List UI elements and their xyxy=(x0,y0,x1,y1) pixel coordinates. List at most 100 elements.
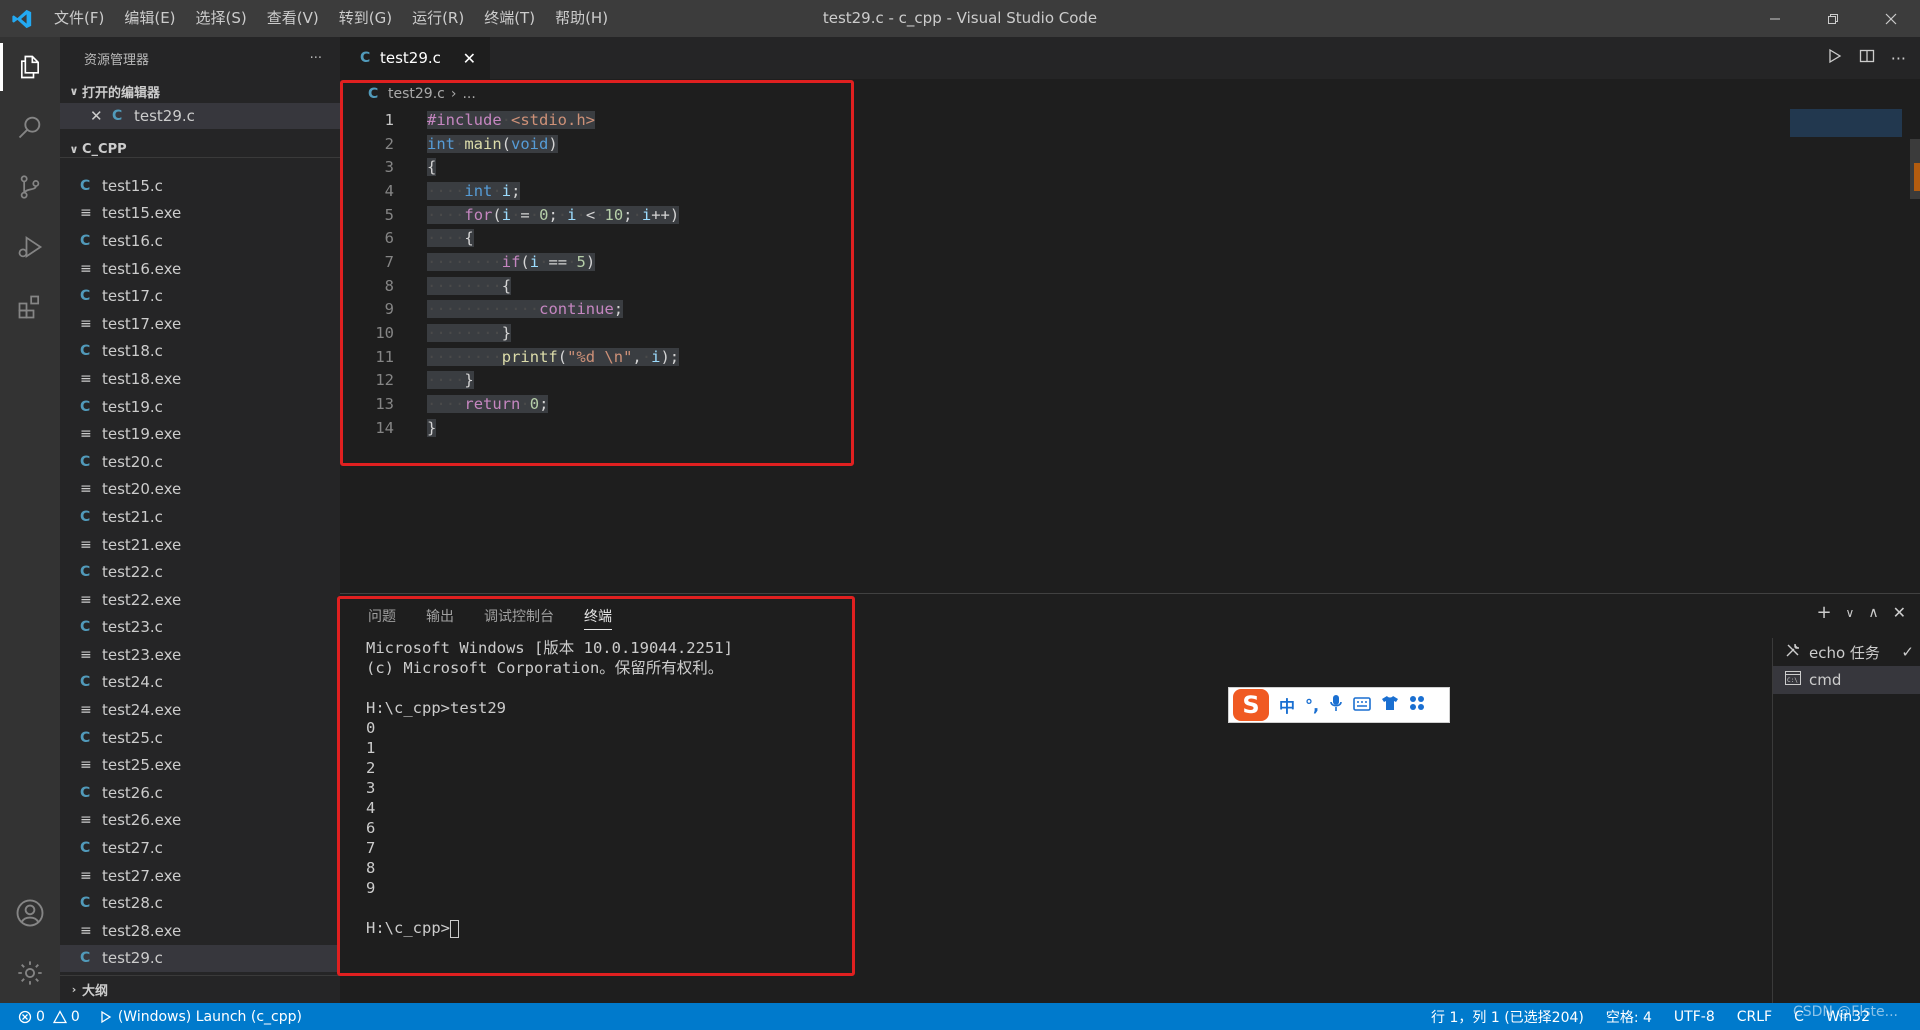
restore-icon[interactable] xyxy=(1804,0,1862,37)
file-tree-item[interactable]: Ctest27.c xyxy=(60,834,340,862)
code-line[interactable]: 6 ····{ xyxy=(340,226,1140,250)
open-editor-item[interactable]: ✕ C test29.c xyxy=(60,103,340,129)
terminal-instance[interactable]: C:\ cmd xyxy=(1773,666,1920,694)
file-tree-item[interactable]: ≡ test19.exe xyxy=(60,420,340,448)
editor-more-icon[interactable]: ··· xyxy=(1891,49,1906,68)
ime-punctuation-toggle[interactable]: °, xyxy=(1305,696,1319,715)
menu-item[interactable]: 终端(T) xyxy=(474,0,545,37)
extensions-icon[interactable] xyxy=(0,277,60,337)
terminal-output[interactable]: Microsoft Windows [版本 10.0.19044.2251] (c… xyxy=(366,638,733,938)
file-tree-item[interactable]: ≡ test24.exe xyxy=(60,696,340,724)
file-tree-item[interactable]: Ctest22.c xyxy=(60,558,340,586)
code-line[interactable]: 7 ········if(i·==·5) xyxy=(340,250,1140,274)
open-editors-section[interactable]: ∨ 打开的编辑器 xyxy=(60,79,340,103)
file-tree-item[interactable]: ≡ test18.exe xyxy=(60,365,340,393)
file-tree-item[interactable]: Ctest18.c xyxy=(60,338,340,366)
code-line[interactable]: 3{ xyxy=(340,155,1140,179)
file-tree-item[interactable]: Ctest16.c xyxy=(60,227,340,255)
breadcrumb-symbol[interactable]: ... xyxy=(462,86,475,102)
file-tree-item[interactable]: ≡ test23.exe xyxy=(60,641,340,669)
indentation[interactable]: 空格: 4 xyxy=(1606,1007,1652,1027)
cursor-position[interactable]: 行 1，列 1 (已选择204) xyxy=(1431,1007,1584,1027)
menu-item[interactable]: 转到(G) xyxy=(329,0,402,37)
file-tree-item[interactable]: ≡ test25.exe xyxy=(60,751,340,779)
panel-tab[interactable]: 输出 xyxy=(426,606,454,630)
outline-section[interactable]: › 大纲 xyxy=(60,975,340,1003)
file-tree-item[interactable]: ≡ test15.exe xyxy=(60,200,340,228)
new-terminal-icon[interactable]: + xyxy=(1816,602,1831,623)
code-line[interactable]: 14} xyxy=(340,416,1140,440)
file-tree-item[interactable]: ≡ test20.exe xyxy=(60,476,340,504)
problems-status[interactable]: 0 0 xyxy=(18,1009,80,1025)
file-tree-item[interactable]: ≡ test21.exe xyxy=(60,531,340,559)
settings-gear-icon[interactable] xyxy=(0,943,60,1003)
file-tree-item[interactable]: Ctest17.c xyxy=(60,282,340,310)
menu-item[interactable]: 运行(R) xyxy=(402,0,474,37)
panel-tab[interactable]: 调试控制台 xyxy=(484,606,554,630)
menu-item[interactable]: 查看(V) xyxy=(257,0,329,37)
code-editor[interactable]: C test29.c › ... 1 #include·<stdio.h> 2 int… xyxy=(340,79,1920,593)
menu-item[interactable]: 帮助(H) xyxy=(545,0,618,37)
breadcrumb-file[interactable]: test29.c xyxy=(388,86,445,102)
minimap[interactable] xyxy=(1790,109,1902,137)
file-tree-item[interactable]: ≡ test17.exe xyxy=(60,310,340,338)
file-tree-item[interactable]: Ctest26.c xyxy=(60,779,340,807)
encoding[interactable]: UTF-8 xyxy=(1674,1009,1715,1025)
minimize-icon[interactable] xyxy=(1746,0,1804,37)
close-tab-icon[interactable]: ✕ xyxy=(463,49,476,68)
microphone-icon[interactable] xyxy=(1329,694,1343,716)
file-tree-item[interactable]: ≡ test16.exe xyxy=(60,255,340,283)
split-editor-icon[interactable] xyxy=(1859,48,1875,68)
source-control-icon[interactable] xyxy=(0,157,60,217)
keyboard-icon[interactable] xyxy=(1353,696,1371,715)
file-tree-item[interactable]: Ctest24.c xyxy=(60,669,340,697)
account-icon[interactable] xyxy=(0,883,60,943)
code-line[interactable]: 8 ········{ xyxy=(340,274,1140,298)
file-tree-item[interactable]: Ctest23.c xyxy=(60,614,340,642)
skin-shirt-icon[interactable] xyxy=(1381,695,1399,715)
code-line[interactable]: 13 ····return·0; xyxy=(340,392,1140,416)
close-panel-icon[interactable]: ✕ xyxy=(1893,603,1906,622)
search-icon[interactable] xyxy=(0,97,60,157)
menu-item[interactable]: 编辑(E) xyxy=(114,0,185,37)
file-tree-item[interactable]: Ctest15.c xyxy=(60,172,340,200)
ime-mode-toggle[interactable]: 中 xyxy=(1279,693,1295,717)
menu-item[interactable]: 选择(S) xyxy=(186,0,257,37)
toolbox-grid-icon[interactable] xyxy=(1409,695,1425,715)
code-line[interactable]: 12 ····} xyxy=(340,369,1140,393)
chevron-down-icon[interactable]: ∨ xyxy=(1846,606,1855,620)
code-line[interactable]: 1 #include·<stdio.h> xyxy=(340,108,1140,132)
file-tree-item[interactable]: Ctest21.c xyxy=(60,503,340,531)
tab-test29-c[interactable]: C test29.c ✕ xyxy=(340,37,490,79)
explorer-icon[interactable] xyxy=(0,37,60,97)
run-debug-icon[interactable] xyxy=(0,217,60,277)
file-tree-item[interactable]: Ctest19.c xyxy=(60,393,340,421)
maximize-panel-icon[interactable]: ∧ xyxy=(1868,605,1878,621)
file-tree-item[interactable]: ≡ test27.exe xyxy=(60,862,340,890)
code-line[interactable]: 2 int·main(void) xyxy=(340,132,1140,156)
panel-tab[interactable]: 问题 xyxy=(368,606,396,630)
file-tree-item[interactable]: Ctest29.c xyxy=(60,944,340,973)
code-line[interactable]: 4 ····int·i; xyxy=(340,179,1140,203)
file-tree-item[interactable]: Ctest20.c xyxy=(60,448,340,476)
code-line[interactable]: 5 ····for(i·=·0;·i·<·10;·i++) xyxy=(340,203,1140,227)
terminal-prompt-line[interactable]: H:\c_cpp> xyxy=(366,918,733,938)
sogou-logo[interactable]: S xyxy=(1233,689,1269,721)
close-editor-icon[interactable]: ✕ xyxy=(90,107,112,125)
file-tree-item[interactable]: Ctest28.c xyxy=(60,889,340,917)
run-file-icon[interactable] xyxy=(1827,48,1843,68)
end-of-line[interactable]: CRLF xyxy=(1737,1009,1772,1025)
panel-tab[interactable]: 终端 xyxy=(584,606,612,630)
file-tree-item[interactable]: ≡ test28.exe xyxy=(60,917,340,945)
file-tree-item[interactable]: ≡ test22.exe xyxy=(60,586,340,614)
file-tree-item[interactable]: Ctest25.c xyxy=(60,724,340,752)
code-line[interactable]: 11 ········printf("%d \n",·i); xyxy=(340,345,1140,369)
menu-item[interactable]: 文件(F) xyxy=(44,0,114,37)
file-tree-item[interactable]: ≡ test26.exe xyxy=(60,807,340,835)
vscode-logo-icon[interactable] xyxy=(0,0,44,37)
more-actions-icon[interactable]: ··· xyxy=(310,51,322,66)
launch-config[interactable]: (Windows) Launch (c_cpp) xyxy=(98,1009,302,1025)
terminal-instance[interactable]: echo 任务 ✓ xyxy=(1773,638,1920,666)
code-area[interactable]: 1 #include·<stdio.h> 2 int·main(void) 3{4 ···… xyxy=(340,108,1140,440)
code-line[interactable]: 9 ············continue; xyxy=(340,298,1140,322)
